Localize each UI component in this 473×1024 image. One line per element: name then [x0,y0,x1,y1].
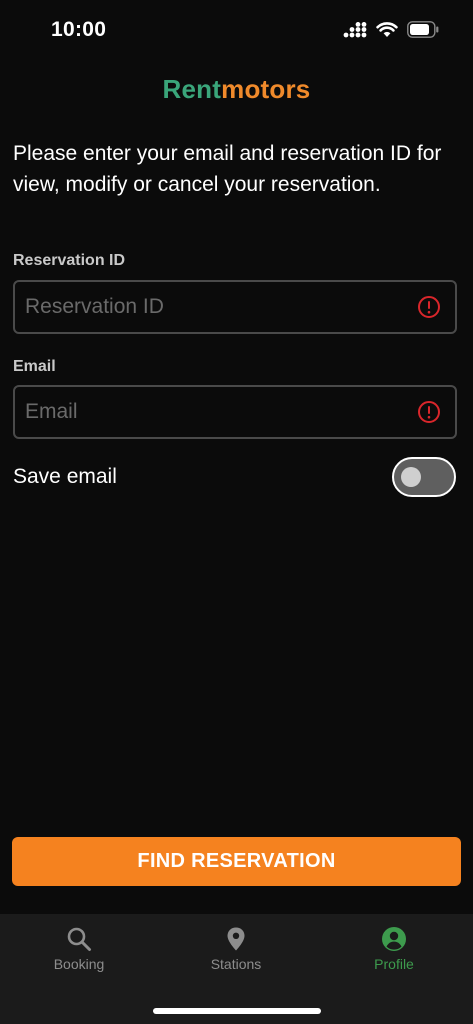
brand-logo: Rentmotors [0,74,473,105]
tab-label: Profile [374,956,414,972]
tab-stations[interactable]: Stations [166,926,306,972]
email-label: Email [13,358,56,375]
tab-profile[interactable]: Profile [324,926,464,972]
location-pin-icon [227,927,245,951]
email-field[interactable] [13,385,457,439]
email-input[interactable] [25,387,405,437]
home-indicator [153,1008,321,1014]
search-icon [67,927,91,951]
battery-icon [407,21,439,38]
tab-label: Booking [53,956,105,972]
intro-text: Please enter your email and reservation … [13,142,442,196]
status-time: 10:00 [51,18,107,41]
status-icons [343,21,439,38]
save-email-toggle[interactable] [392,457,456,497]
find-reservation-button[interactable]: FIND RESERVATION [12,837,461,886]
status-bar: 10:00 [0,0,473,62]
logo-text-motors: motors [221,74,311,104]
logo-text-rent: Rent [162,74,222,104]
reservation-id-input[interactable] [25,282,405,332]
tab-booking[interactable]: Booking [9,926,149,972]
toggle-knob [401,467,421,487]
save-email-label: Save email [13,465,117,488]
wifi-icon [376,21,398,37]
error-icon [418,401,440,423]
reservation-id-label: Reservation ID [13,252,126,269]
tab-label: Stations [210,956,262,972]
reservation-id-field[interactable] [13,280,457,334]
cellular-signal-icon [343,21,367,37]
tab-bar: Booking Stations Profile [0,914,473,1024]
profile-icon [382,927,406,951]
error-icon [418,296,440,318]
